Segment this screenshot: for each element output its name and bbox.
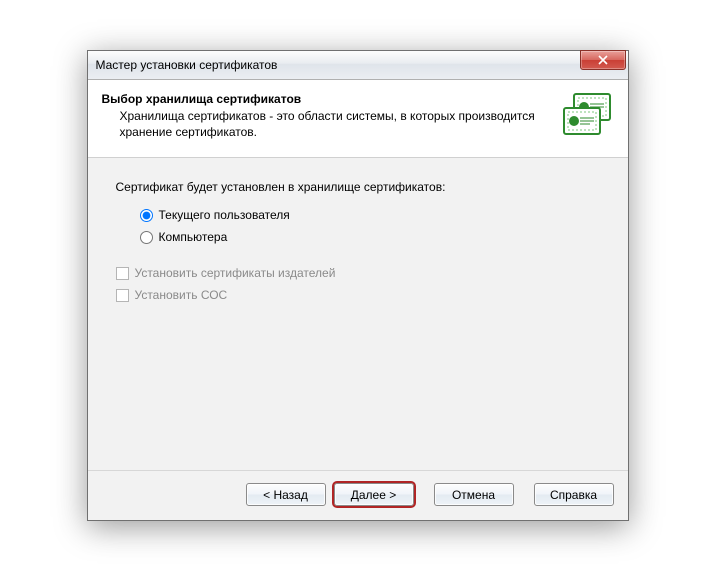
store-radio-group: Текущего пользователя Компьютера	[116, 208, 600, 244]
header-title: Выбор хранилища сертификатов	[102, 92, 562, 106]
check-crl-input	[116, 289, 129, 302]
header-panel: Выбор хранилища сертификатов Хранилища с…	[88, 80, 628, 158]
window-title: Мастер установки сертификатов	[96, 58, 278, 72]
check-publisher-certs-input	[116, 267, 129, 280]
content-area: Сертификат будет установлен в хранилище …	[88, 158, 628, 471]
instruction-text: Сертификат будет установлен в хранилище …	[116, 180, 600, 194]
check-publisher-certs-label: Установить сертификаты издателей	[135, 266, 336, 280]
header-description: Хранилища сертификатов - это области сис…	[102, 108, 562, 140]
check-publisher-certs: Установить сертификаты издателей	[116, 266, 600, 280]
certificate-wizard-dialog: Мастер установки сертификатов Выбор хран…	[87, 50, 629, 521]
close-icon	[598, 55, 608, 65]
button-bar: < Назад Далее > Отмена Справка	[88, 471, 628, 520]
close-button[interactable]	[580, 50, 626, 70]
radio-current-user-label: Текущего пользователя	[159, 208, 290, 222]
check-crl-label: Установить СОС	[135, 288, 228, 302]
radio-computer[interactable]: Компьютера	[140, 230, 600, 244]
check-crl: Установить СОС	[116, 288, 600, 302]
checkbox-group: Установить сертификаты издателей Установ…	[116, 266, 600, 302]
radio-current-user-input[interactable]	[140, 209, 153, 222]
radio-computer-label: Компьютера	[159, 230, 228, 244]
next-button[interactable]: Далее >	[334, 483, 414, 506]
certificate-icon	[562, 92, 614, 143]
radio-computer-input[interactable]	[140, 231, 153, 244]
cancel-button[interactable]: Отмена	[434, 483, 514, 506]
back-button[interactable]: < Назад	[246, 483, 326, 506]
help-button[interactable]: Справка	[534, 483, 614, 506]
titlebar: Мастер установки сертификатов	[88, 51, 628, 80]
radio-current-user[interactable]: Текущего пользователя	[140, 208, 600, 222]
